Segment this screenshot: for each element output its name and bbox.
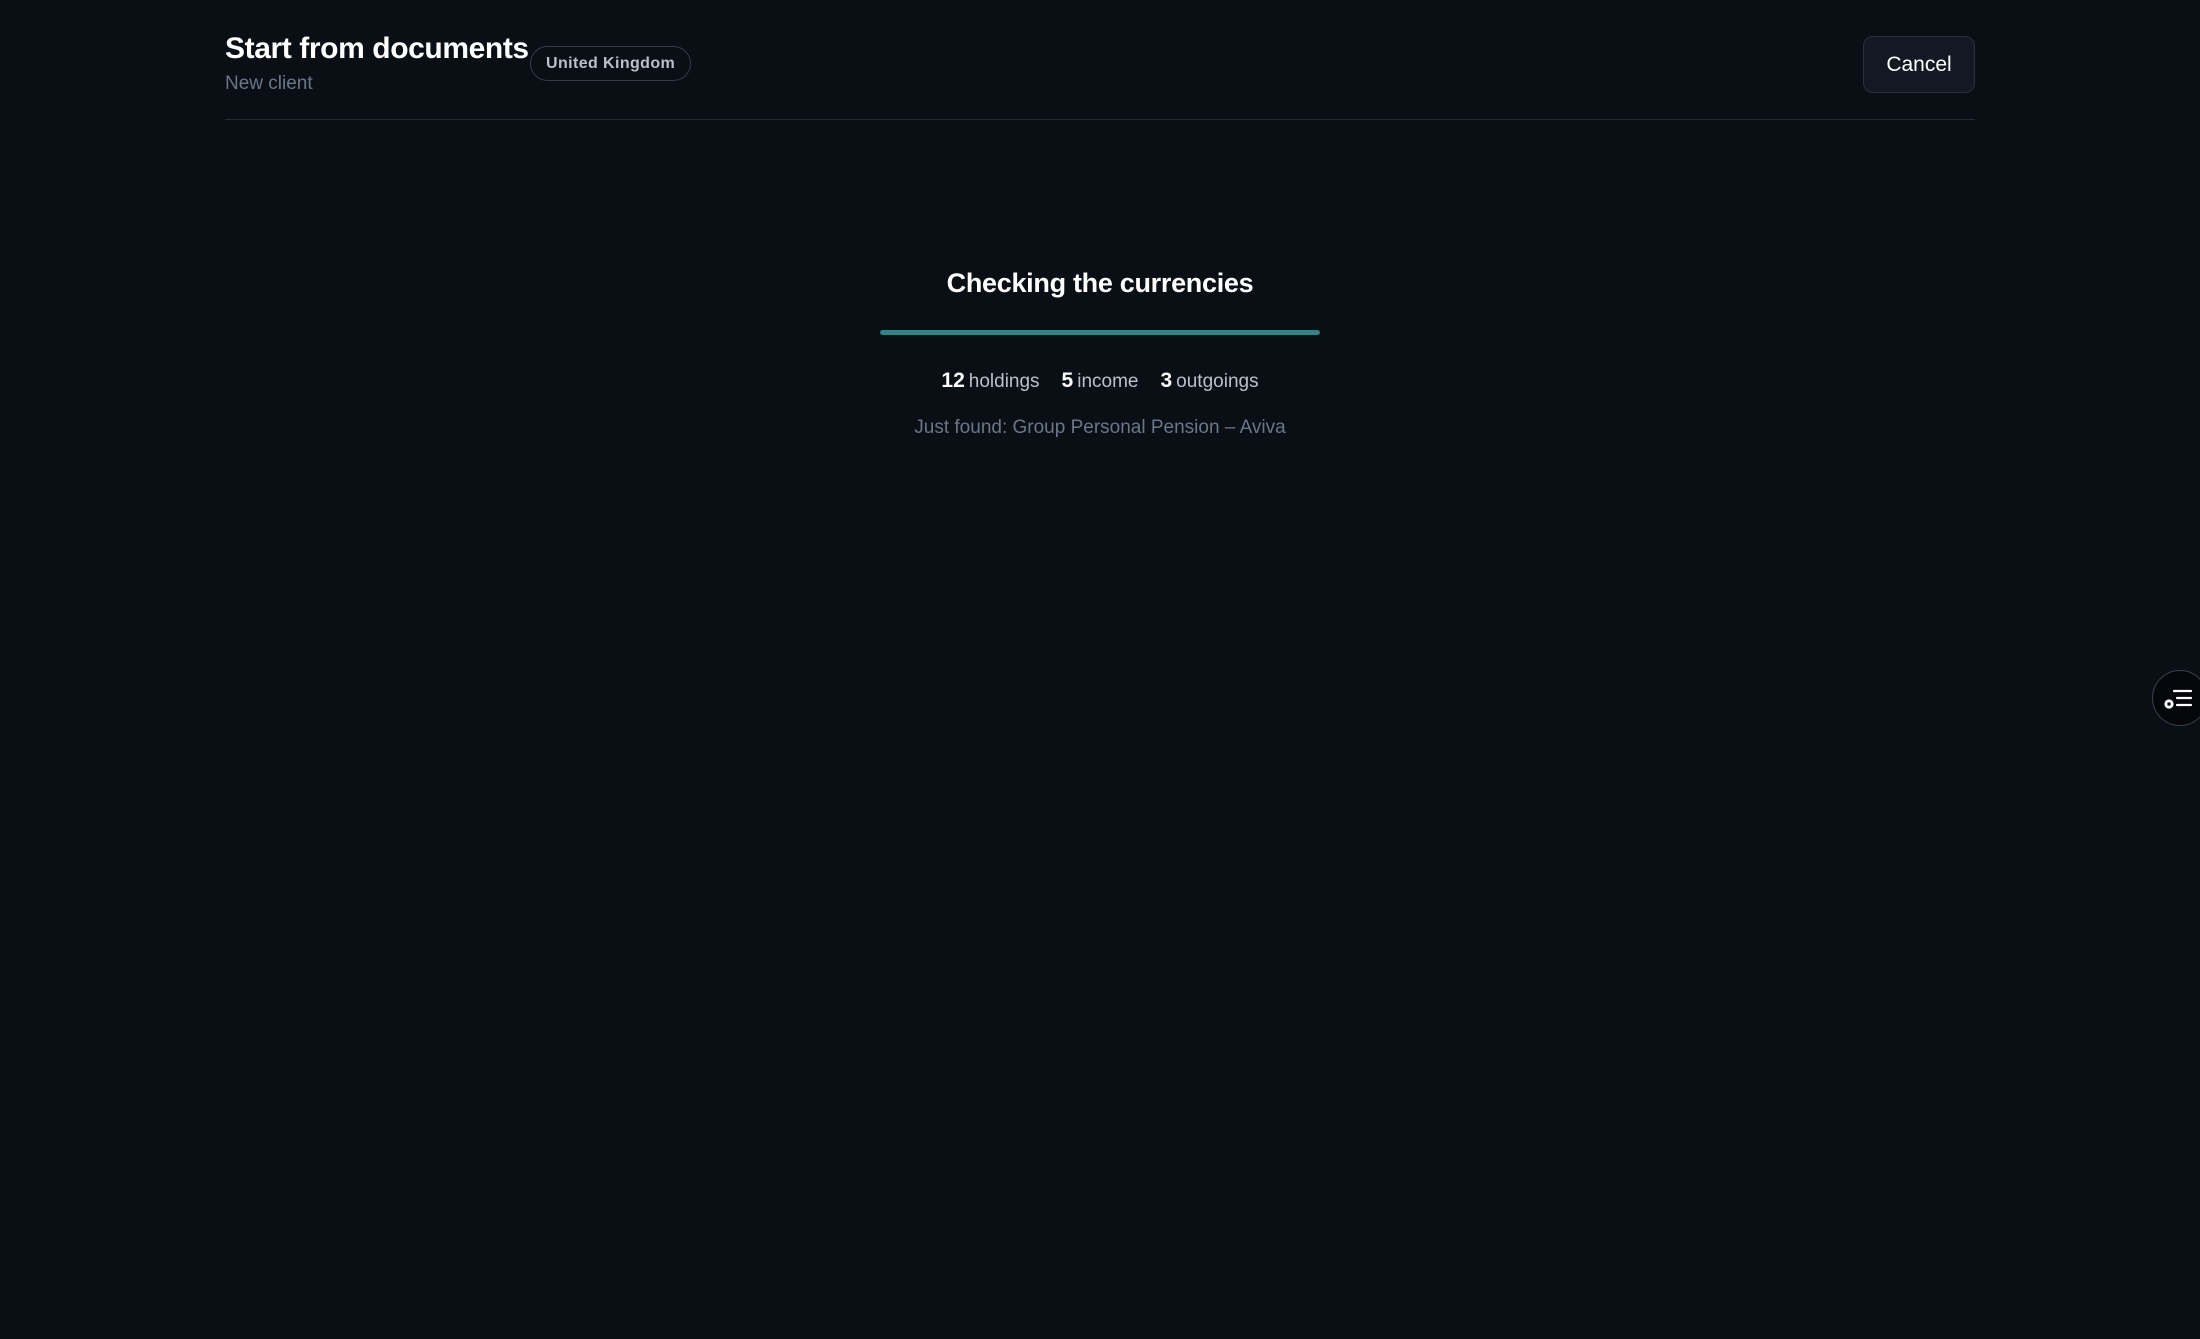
- holdings-count-value: 12: [941, 369, 965, 392]
- country-badge: United Kingdom: [530, 46, 692, 81]
- side-panel-toggle-button[interactable]: [2152, 670, 2200, 726]
- page: Start from documents United Kingdom New …: [0, 0, 2200, 1339]
- holdings-count: 12 holdings: [941, 369, 1039, 393]
- cancel-button[interactable]: Cancel: [1863, 36, 1975, 93]
- outgoings-count-value: 3: [1160, 369, 1173, 392]
- found-counts: 12 holdings 5 income 3 outgoings: [840, 369, 1360, 393]
- just-found-text: Just found: Group Personal Pension – Avi…: [914, 417, 1286, 438]
- page-title: Start from documents: [225, 32, 529, 65]
- progress-bar-fill: [880, 330, 1320, 335]
- income-count-value: 5: [1061, 369, 1074, 392]
- holdings-count-label: holdings: [968, 371, 1040, 392]
- income-count: 5 income: [1062, 369, 1139, 393]
- page-header: Start from documents United Kingdom New …: [225, 0, 1975, 120]
- outgoings-count-label: outgoings: [1176, 371, 1259, 392]
- page-subtitle: New client: [225, 73, 313, 94]
- progress-bar: [880, 330, 1320, 335]
- outgoings-count: 3 outgoings: [1160, 369, 1258, 393]
- status-title: Checking the currencies: [946, 268, 1254, 298]
- income-count-label: income: [1077, 371, 1139, 392]
